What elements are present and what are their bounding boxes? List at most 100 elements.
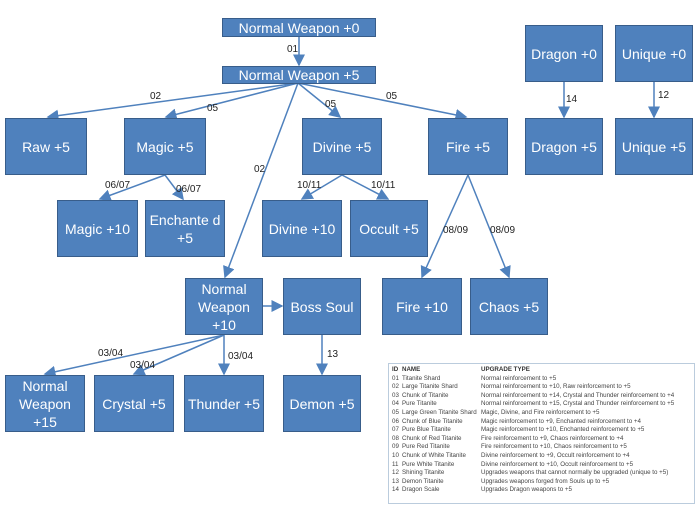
table-cell: 05	[392, 408, 399, 416]
edge-label: 05	[386, 91, 398, 102]
table-cell: Large Titanite Shard	[402, 383, 458, 391]
node-normal-weapon-10: Normal Weapon +10	[185, 278, 263, 335]
edge-label: 08/09	[443, 225, 469, 236]
arrow-05-magic	[164, 82, 299, 121]
arrow-05-fire	[297, 82, 468, 121]
table-cell: Divine reinforcement to +9, Occult reinf…	[481, 451, 630, 459]
table-cell: Large Green Titanite Shard	[402, 408, 477, 416]
table-cell: Normal reinforcement to +14, Crystal and…	[481, 391, 675, 399]
table-row: 09 Pure Red Titanite Fire reinforcement to…	[392, 443, 691, 452]
table-cell: 02	[392, 383, 399, 391]
edge-label: 10/11	[371, 180, 396, 191]
table-cell: Magic reinforcement to +10, Enchanted re…	[481, 426, 645, 434]
node-crystal-5: Crystal +5	[94, 375, 174, 432]
node-magic-10: Magic +10	[57, 200, 138, 257]
edge-label: 05	[207, 103, 219, 114]
node-unique-0: Unique +0	[615, 25, 693, 82]
table-row: 13 Demon Titanite Upgrades weapons forged …	[392, 478, 691, 487]
table-cell: 04	[392, 400, 399, 408]
edge-label: 12	[658, 90, 670, 101]
table-cell: Pure Blue Titanite	[402, 426, 451, 434]
node-divine-5: Divine +5	[302, 118, 382, 175]
upgrade-table: ID NAME UPGRADE TYPE 01 Titanite Shard Nor…	[388, 363, 695, 504]
table-row: 03 Chunk of Titanite Normal reinforcement …	[392, 392, 691, 401]
table-cell: 07	[392, 426, 399, 434]
node-divine-10: Divine +10	[262, 200, 342, 257]
edge-label: 05	[325, 99, 337, 110]
arrow-02-raw	[46, 82, 299, 122]
table-row: 14 Dragon Scale Upgrades Dragon weapons to…	[392, 486, 691, 495]
table-cell: Normal reinforcement to +5	[481, 374, 557, 382]
node-normal-weapon-0: Normal Weapon +0	[222, 18, 376, 37]
edge-label: 08/09	[490, 225, 516, 236]
node-occult-5: Occult +5	[350, 200, 428, 257]
edge-label: 06/07	[105, 180, 131, 191]
table-cell: Normal reinforcement to +15, Crystal and…	[481, 400, 675, 408]
node-enchanted-5: Enchante d +5	[145, 200, 225, 257]
table-cell: Shining Titanite	[402, 469, 445, 477]
edge-label: 06/07	[176, 184, 202, 195]
node-dragon-0: Dragon +0	[525, 25, 603, 82]
edge-label: 03/04	[130, 360, 156, 371]
table-cell: Divine reinforcement to +10, Occult rein…	[481, 460, 634, 468]
table-cell: 03	[392, 391, 399, 399]
node-dragon-5: Dragon +5	[525, 118, 603, 175]
table-cell: 12	[392, 469, 399, 477]
table-cell: Magic, Divine, and Fire reinforcement to…	[481, 408, 600, 416]
table-cell: Fire reinforcement to +9, Chaos reinforc…	[481, 434, 624, 442]
table-cell: 09	[392, 443, 399, 451]
table-cell: 13	[392, 477, 399, 485]
table-cell: 11	[392, 460, 399, 468]
table-cell: 14	[392, 486, 399, 494]
table-row: 05 Large Green Titanite Shard Magic, Divin…	[392, 409, 691, 418]
edge-label: 02	[254, 164, 266, 175]
edge-label: 01	[287, 44, 299, 55]
node-magic-5: Magic +5	[124, 118, 206, 175]
table-cell: Upgrades Dragon weapons to +5	[481, 486, 572, 494]
table-cell: Pure Titanite	[402, 400, 437, 408]
table-row: 06 Chunk of Blue Titanite Magic reinforcem…	[392, 418, 691, 427]
node-unique-5: Unique +5	[615, 118, 693, 175]
table-row: 11 Pure White Titanite Divine reinforcemen…	[392, 461, 691, 470]
table-cell: Normal reinforcement to +10, Raw reinfor…	[481, 383, 631, 391]
table-cell: Chunk of White Titanite	[402, 451, 466, 459]
edge-label: 10/11	[297, 180, 322, 191]
node-fire-10: Fire +10	[382, 278, 462, 335]
table-row: 10 Chunk of White Titanite Divine reinforc…	[392, 452, 691, 461]
table-cell: Pure Red Titanite	[402, 443, 450, 451]
table-cell: 08	[392, 434, 399, 442]
table-cell: 10	[392, 451, 399, 459]
edge-label: 13	[327, 349, 339, 360]
table-row: 04 Pure Titanite Normal reinforcement to +…	[392, 400, 691, 409]
table-cell: Chunk of Blue Titanite	[402, 417, 463, 425]
table-cell: Pure White Titanite	[402, 460, 455, 468]
table-row: 01 Titanite Shard Normal reinforcement to …	[392, 375, 691, 384]
table-row: 12 Shining Titanite Upgrades weapons that …	[392, 469, 691, 478]
table-row: 02 Large Titanite Shard Normal reinforceme…	[392, 383, 691, 392]
table-row: 07 Pure Blue Titanite Magic reinforcement …	[392, 426, 691, 435]
table-cell: Fire reinforcement to +10, Chaos reinfor…	[481, 443, 627, 451]
node-fire-5: Fire +5	[428, 118, 508, 175]
node-demon-5: Demon +5	[283, 375, 361, 432]
table-cell: Demon Titanite	[402, 477, 444, 485]
table-cell: Magic reinforcement to +9, Enchanted rei…	[481, 417, 641, 425]
node-chaos-5: Chaos +5	[470, 278, 548, 335]
table-cell: Chunk of Red Titanite	[402, 434, 462, 442]
node-boss-soul: Boss Soul	[283, 278, 361, 335]
table-row: 08 Chunk of Red Titanite Fire reinforcemen…	[392, 435, 691, 444]
table-cell: 01	[392, 374, 399, 382]
edge-label: 03/04	[228, 351, 254, 362]
node-raw-5: Raw +5	[5, 118, 87, 175]
edge-label: 02	[150, 91, 162, 102]
edge-label: 14	[566, 94, 578, 105]
table-header: ID NAME UPGRADE TYPE	[392, 366, 530, 373]
table-cell: Chunk of Titanite	[402, 391, 449, 399]
edge-label: 03/04	[98, 348, 124, 359]
table-cell: Titanite Shard	[402, 374, 441, 382]
table-cell: Upgrades weapons that cannot normally be…	[481, 469, 669, 477]
node-thunder-5: Thunder +5	[184, 375, 264, 432]
table-cell: Upgrades weapons forged from Souls up to…	[481, 477, 610, 485]
table-cell: 06	[392, 417, 399, 425]
table-cell: Dragon Scale	[402, 486, 440, 494]
node-normal-weapon-5: Normal Weapon +5	[222, 66, 376, 84]
